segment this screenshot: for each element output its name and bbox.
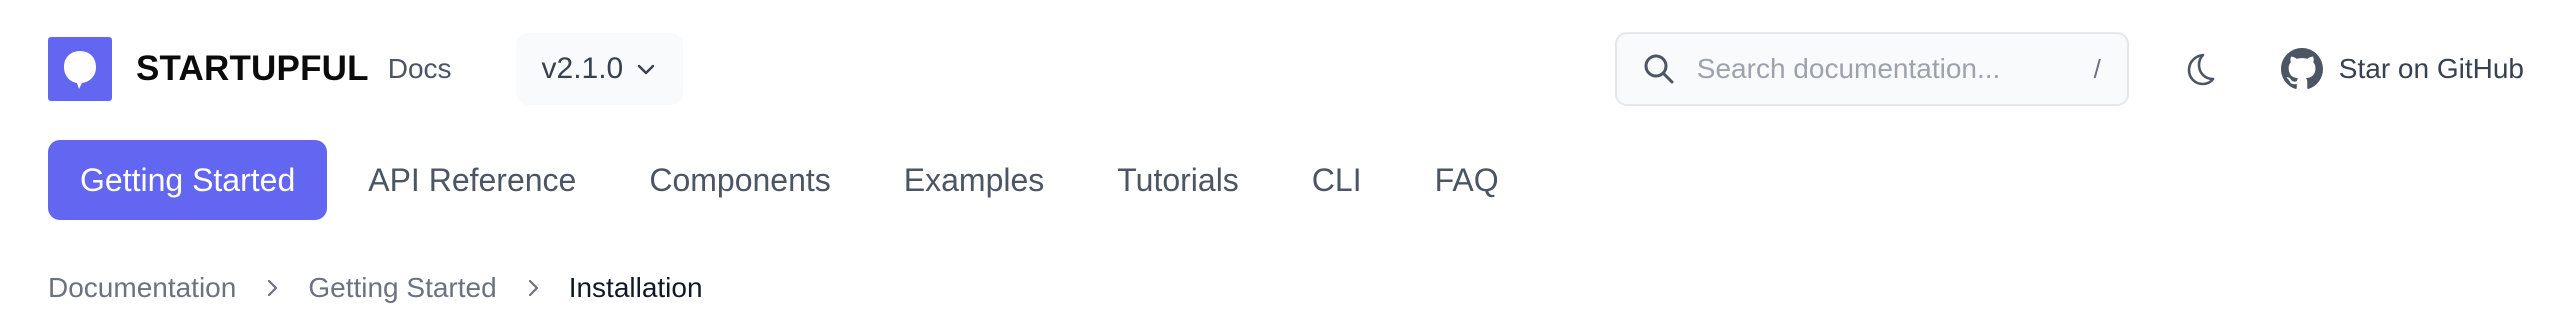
version-selector[interactable]: v2.1.0 <box>515 33 684 105</box>
search-input[interactable] <box>1696 53 2094 85</box>
search-shortcut-hint: / <box>2093 53 2101 84</box>
github-star-label: Star on GitHub <box>2338 53 2524 84</box>
section-tabs: Getting Started API Reference Components… <box>48 140 1540 220</box>
breadcrumb-getting-started[interactable]: Getting Started <box>308 272 496 304</box>
tab-getting-started[interactable]: Getting Started <box>48 140 328 220</box>
github-star-link[interactable]: Star on GitHub <box>2280 48 2524 90</box>
tab-faq[interactable]: FAQ <box>1403 140 1531 220</box>
top-bar: STARTUPFUL Docs v2.1.0 / St <box>48 32 2524 106</box>
breadcrumb-documentation[interactable]: Documentation <box>48 272 236 304</box>
brand-link[interactable]: STARTUPFUL Docs <box>48 37 452 101</box>
chevron-right-icon <box>523 278 543 298</box>
theme-toggle-button[interactable] <box>2177 47 2221 91</box>
tab-cli[interactable]: CLI <box>1280 140 1394 220</box>
tab-examples[interactable]: Examples <box>872 140 1077 220</box>
breadcrumb-installation: Installation <box>568 272 703 303</box>
brand-name: STARTUPFUL <box>136 49 369 88</box>
search-box[interactable]: / <box>1614 32 2129 106</box>
chevron-right-icon <box>262 278 282 298</box>
breadcrumb: Documentation Getting Started Installati… <box>48 268 703 308</box>
tab-tutorials[interactable]: Tutorials <box>1085 140 1271 220</box>
chevron-down-icon <box>635 58 657 80</box>
brand-suffix: Docs <box>387 53 452 84</box>
version-label: v2.1.0 <box>541 52 624 85</box>
speech-bubble-logo-icon <box>48 37 112 101</box>
tab-components[interactable]: Components <box>617 140 862 220</box>
moon-icon <box>2179 49 2219 89</box>
github-icon <box>2280 48 2323 90</box>
docs-header: STARTUPFUL Docs v2.1.0 / St <box>0 0 2564 334</box>
tab-api-reference[interactable]: API Reference <box>336 140 608 220</box>
search-icon <box>1641 51 1677 87</box>
